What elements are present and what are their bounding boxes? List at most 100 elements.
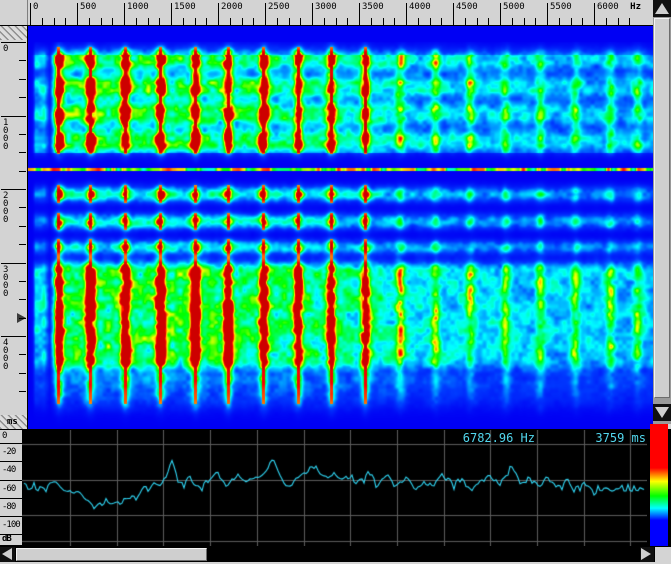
top-ruler-minor-tick (618, 18, 619, 25)
left-ruler-label: 1 0 0 0 (3, 119, 8, 151)
top-ruler-minor-tick (65, 18, 66, 25)
top-ruler-minor-tick (112, 18, 113, 25)
top-ruler-minor-tick (277, 18, 278, 25)
top-ruler-minor-tick (394, 18, 395, 25)
top-ruler-minor-tick (89, 18, 90, 25)
v-scrollbar[interactable] (653, 0, 671, 424)
left-ruler-minor-tick (19, 354, 26, 355)
db-label-cell: -20 (0, 444, 22, 462)
top-ruler-minor-tick (477, 18, 478, 25)
top-ruler-minor-tick (488, 18, 489, 25)
left-ruler-label: 3 0 0 0 (3, 266, 8, 298)
h-scroll-right-button[interactable] (640, 547, 654, 562)
left-ruler-minor-tick (19, 281, 26, 282)
top-ruler-minor-tick (242, 18, 243, 25)
top-ruler-tick (218, 3, 219, 25)
top-ruler-label: 3000 (315, 2, 337, 12)
left-ruler-tick (1, 336, 26, 337)
top-ruler-minor-tick (524, 18, 525, 25)
top-ruler-minor-tick (441, 18, 442, 25)
left-ruler-minor-tick (19, 97, 26, 98)
top-ruler-minor-tick (336, 18, 337, 25)
h-scroll-thumb[interactable] (16, 548, 207, 561)
top-ruler-minor-tick (195, 18, 196, 25)
left-ruler-minor-tick (19, 391, 26, 392)
top-ruler-minor-tick (512, 18, 513, 25)
h-scrollbar[interactable] (0, 547, 671, 562)
top-ruler-minor-tick (253, 18, 254, 25)
left-ruler-minor-tick (19, 207, 26, 208)
ms-hatch-corner: ms (0, 415, 27, 429)
corner-button[interactable] (0, 0, 28, 25)
top-ruler-minor-tick (289, 18, 290, 25)
left-arrow-icon (2, 548, 12, 560)
top-ruler-minor-tick (230, 18, 231, 25)
spectrogram-canvas[interactable] (28, 26, 653, 429)
top-ruler-minor-tick (101, 18, 102, 25)
left-ruler-minor-tick (19, 79, 26, 80)
top-ruler-minor-tick (324, 18, 325, 25)
db-label-cell: 0 (0, 430, 22, 444)
top-ruler-minor-tick (42, 18, 43, 25)
top-ruler-label: 4500 (456, 2, 478, 12)
top-ruler-minor-tick (54, 18, 55, 25)
top-ruler-tick (359, 3, 360, 25)
top-ruler-minor-tick (418, 18, 419, 25)
top-ruler-minor-tick (371, 18, 372, 25)
h-scroll-left-button[interactable] (0, 547, 15, 562)
spectrum-canvas[interactable] (22, 430, 647, 546)
top-ruler-minor-tick (148, 18, 149, 25)
top-ruler-minor-tick (206, 18, 207, 25)
left-ruler-tick (1, 189, 26, 190)
v-scroll-down-button[interactable] (653, 404, 671, 421)
left-ruler-minor-tick (19, 60, 26, 61)
top-ruler-label: 500 (80, 2, 96, 12)
left-ruler-tick (1, 42, 26, 43)
top-ruler-tick (171, 3, 172, 25)
colorbar-legend (650, 424, 668, 546)
frequency-unit-label: Hz (630, 2, 641, 12)
top-ruler-minor-tick (571, 18, 572, 25)
scrollbar-corner (655, 547, 671, 562)
corner-hatch (0, 26, 27, 40)
left-ruler-label: 2 0 0 0 (3, 192, 8, 224)
app-window: Hz 0500100015002000250030003500400045005… (0, 0, 671, 564)
left-ruler-minor-tick (19, 152, 26, 153)
top-ruler-tick (312, 3, 313, 25)
db-label-cell: dB (0, 535, 22, 546)
right-arrow-icon (641, 548, 651, 560)
top-ruler-tick (500, 3, 501, 25)
v-scroll-thumb[interactable] (654, 18, 670, 398)
top-ruler-minor-tick (465, 18, 466, 25)
left-ruler-minor-tick (19, 318, 26, 319)
top-ruler-tick (453, 3, 454, 25)
top-ruler-tick (30, 3, 31, 25)
top-ruler-minor-tick (159, 18, 160, 25)
top-ruler-minor-tick (559, 18, 560, 25)
left-ruler-minor-tick (19, 299, 26, 300)
left-ruler-label: 4 0 0 0 (3, 339, 8, 371)
top-ruler-minor-tick (136, 18, 137, 25)
db-ruler: 0-20-40-60-80-100dB (0, 430, 22, 546)
top-ruler-tick (77, 3, 78, 25)
top-ruler-label: 3500 (362, 2, 384, 12)
top-ruler[interactable]: Hz 0500100015002000250030003500400045005… (28, 0, 653, 25)
top-ruler-label: 1000 (127, 2, 149, 12)
left-column: ms 01 0 0 02 0 0 03 0 0 04 0 0 0 (0, 26, 28, 429)
time-unit-label: ms (7, 417, 18, 427)
left-ruler-tick (1, 116, 26, 117)
top-ruler-label: 2000 (221, 2, 243, 12)
top-ruler-label: 6000 (597, 2, 619, 12)
v-scroll-up-button[interactable] (653, 0, 671, 17)
top-ruler-minor-tick (629, 18, 630, 25)
top-ruler-minor-tick (383, 18, 384, 25)
db-label-cell: -60 (0, 481, 22, 499)
top-ruler-minor-tick (606, 18, 607, 25)
top-ruler-minor-tick (582, 18, 583, 25)
top-ruler-label: 5000 (503, 2, 525, 12)
db-label-cell: -100 (0, 517, 22, 535)
top-ruler-minor-tick (430, 18, 431, 25)
top-ruler-label: 4000 (409, 2, 431, 12)
top-ruler-label: 1500 (174, 2, 196, 12)
left-ruler-minor-tick (19, 373, 26, 374)
